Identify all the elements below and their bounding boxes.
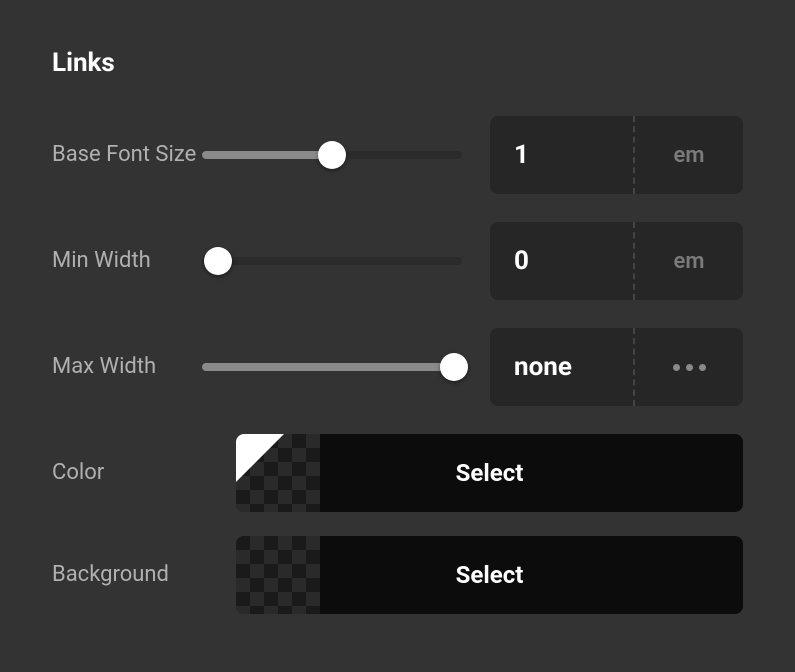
- more-icon: [673, 364, 706, 371]
- min-width-unit[interactable]: em: [633, 222, 743, 300]
- slider-thumb[interactable]: [204, 247, 232, 275]
- min-width-value[interactable]: 0: [490, 222, 633, 300]
- max-width-unit-more[interactable]: [633, 328, 743, 406]
- background-select-button[interactable]: Select: [236, 536, 743, 614]
- max-width-slider-wrap: [202, 363, 462, 371]
- section-title: Links: [52, 48, 743, 78]
- min-width-slider[interactable]: [202, 257, 462, 265]
- color-row: Color Select: [52, 434, 743, 512]
- background-label: Background: [52, 561, 202, 589]
- base-font-size-slider[interactable]: [202, 151, 462, 159]
- base-font-size-value[interactable]: 1: [490, 116, 633, 194]
- max-width-value-box[interactable]: none: [490, 328, 743, 406]
- color-swatch: [236, 434, 320, 512]
- min-width-row: Min Width 0 em: [52, 222, 743, 300]
- base-font-size-row: Base Font Size 1 em: [52, 116, 743, 194]
- base-font-size-value-box[interactable]: 1 em: [490, 116, 743, 194]
- max-width-value[interactable]: none: [490, 328, 633, 406]
- base-font-size-label: Base Font Size: [52, 141, 202, 169]
- min-width-label: Min Width: [52, 247, 202, 275]
- max-width-slider[interactable]: [202, 363, 462, 371]
- min-width-slider-wrap: [202, 257, 462, 265]
- base-font-size-unit[interactable]: em: [633, 116, 743, 194]
- max-width-label: Max Width: [52, 353, 202, 381]
- slider-thumb[interactable]: [440, 353, 468, 381]
- background-row: Background Select: [52, 536, 743, 614]
- slider-fill: [202, 151, 332, 159]
- color-label: Color: [52, 459, 202, 487]
- base-font-size-slider-wrap: [202, 151, 462, 159]
- min-width-value-box[interactable]: 0 em: [490, 222, 743, 300]
- max-width-row: Max Width none: [52, 328, 743, 406]
- slider-thumb[interactable]: [318, 141, 346, 169]
- background-swatch: [236, 536, 320, 614]
- slider-fill: [202, 363, 462, 371]
- color-select-button[interactable]: Select: [236, 434, 743, 512]
- color-swatch-triangle: [236, 434, 284, 482]
